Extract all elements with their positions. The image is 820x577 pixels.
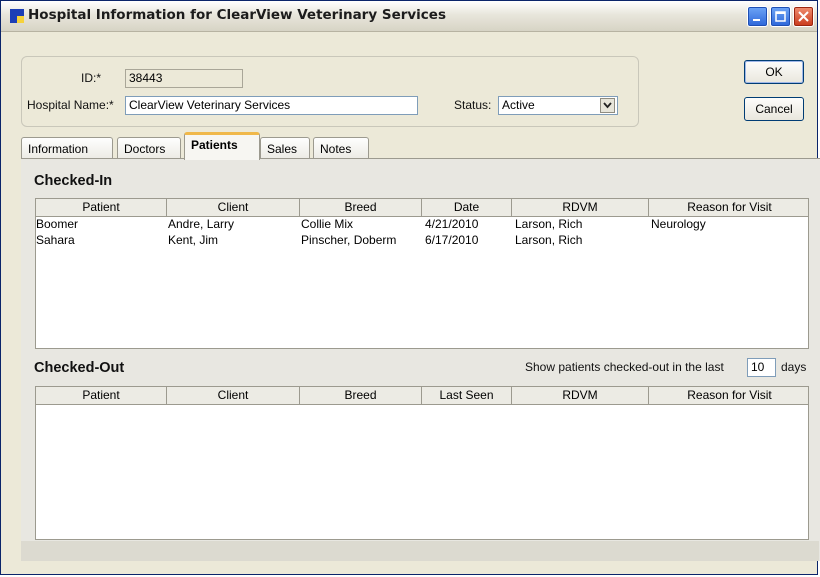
- column-header-reason[interactable]: Reason for Visit: [649, 387, 808, 404]
- checked-out-days-label: days: [781, 360, 807, 374]
- checked-out-grid[interactable]: Patient Client Breed Last Seen RDVM Reas…: [35, 386, 809, 540]
- checked-in-grid[interactable]: Patient Client Breed Date RDVM Reason fo…: [35, 198, 809, 349]
- status-dropdown-button[interactable]: [600, 98, 615, 113]
- ok-button[interactable]: OK: [744, 60, 804, 84]
- hospital-header-group: [21, 56, 639, 127]
- tab-information[interactable]: Information: [21, 137, 113, 159]
- tab-doctors[interactable]: Doctors: [117, 137, 181, 159]
- column-header-breed[interactable]: Breed: [300, 199, 422, 216]
- checked-in-title: Checked-In: [34, 173, 113, 189]
- app-icon: [10, 9, 24, 23]
- close-icon: [798, 11, 809, 22]
- chevron-down-icon: [603, 102, 612, 109]
- hospital-name-input[interactable]: ClearView Veterinary Services: [125, 96, 418, 115]
- column-header-rdvm[interactable]: RDVM: [512, 387, 649, 404]
- cell-reason: Neurology: [651, 217, 706, 231]
- column-header-client[interactable]: Client: [167, 387, 300, 404]
- cell-rdvm: Larson, Rich: [515, 233, 583, 247]
- column-header-breed[interactable]: Breed: [300, 387, 422, 404]
- minimize-icon: [753, 19, 760, 21]
- close-button[interactable]: [793, 6, 814, 27]
- tab-patients[interactable]: Patients: [184, 132, 260, 160]
- cancel-button[interactable]: Cancel: [744, 97, 804, 121]
- cell-breed: Collie Mix: [301, 217, 354, 231]
- column-header-patient[interactable]: Patient: [36, 199, 167, 216]
- cell-date: 4/21/2010: [425, 217, 479, 231]
- tab-notes[interactable]: Notes: [313, 137, 369, 159]
- window-title: Hospital Information for ClearView Veter…: [28, 7, 446, 23]
- maximize-icon: [775, 11, 786, 22]
- checked-out-title: Checked-Out: [34, 360, 125, 376]
- status-select[interactable]: Active: [498, 96, 618, 115]
- cell-rdvm: Larson, Rich: [515, 217, 583, 231]
- id-label: ID:*: [81, 71, 102, 85]
- cell-reason: [651, 233, 807, 249]
- tab-sales[interactable]: Sales: [260, 137, 310, 159]
- cell-patient: Boomer: [36, 217, 79, 231]
- column-header-patient[interactable]: Patient: [36, 387, 167, 404]
- table-row[interactable]: Sahara Kent, Jim Pinscher, Doberm 6/17/2…: [36, 233, 808, 249]
- hospital-info-window: Hospital Information for ClearView Veter…: [0, 0, 820, 575]
- cell-breed: Pinscher, Doberm: [301, 233, 397, 247]
- title-bar[interactable]: Hospital Information for ClearView Veter…: [1, 1, 817, 32]
- column-header-rdvm[interactable]: RDVM: [512, 199, 649, 216]
- checked-out-filter-label: Show patients checked-out in the last: [525, 360, 724, 374]
- table-row[interactable]: Boomer Andre, Larry Collie Mix 4/21/2010…: [36, 217, 808, 233]
- checked-out-days-input[interactable]: 10: [747, 358, 776, 377]
- column-header-date[interactable]: Date: [422, 199, 512, 216]
- status-select-value: Active: [502, 98, 535, 112]
- checked-out-header: Patient Client Breed Last Seen RDVM Reas…: [36, 387, 808, 405]
- status-label: Status:: [454, 98, 492, 112]
- column-header-client[interactable]: Client: [167, 199, 300, 216]
- id-field: 38443: [125, 69, 243, 88]
- column-header-last-seen[interactable]: Last Seen: [422, 387, 512, 404]
- maximize-button[interactable]: [770, 6, 791, 27]
- hospital-name-label: Hospital Name:*: [27, 98, 114, 112]
- cell-date: 6/17/2010: [425, 233, 479, 247]
- cell-client: Andre, Larry: [168, 217, 235, 231]
- column-header-reason[interactable]: Reason for Visit: [649, 199, 808, 216]
- checked-in-header: Patient Client Breed Date RDVM Reason fo…: [36, 199, 808, 217]
- bottom-strip: [21, 541, 819, 561]
- cell-patient: Sahara: [36, 233, 75, 247]
- cell-client: Kent, Jim: [168, 233, 219, 247]
- minimize-button[interactable]: [747, 6, 768, 27]
